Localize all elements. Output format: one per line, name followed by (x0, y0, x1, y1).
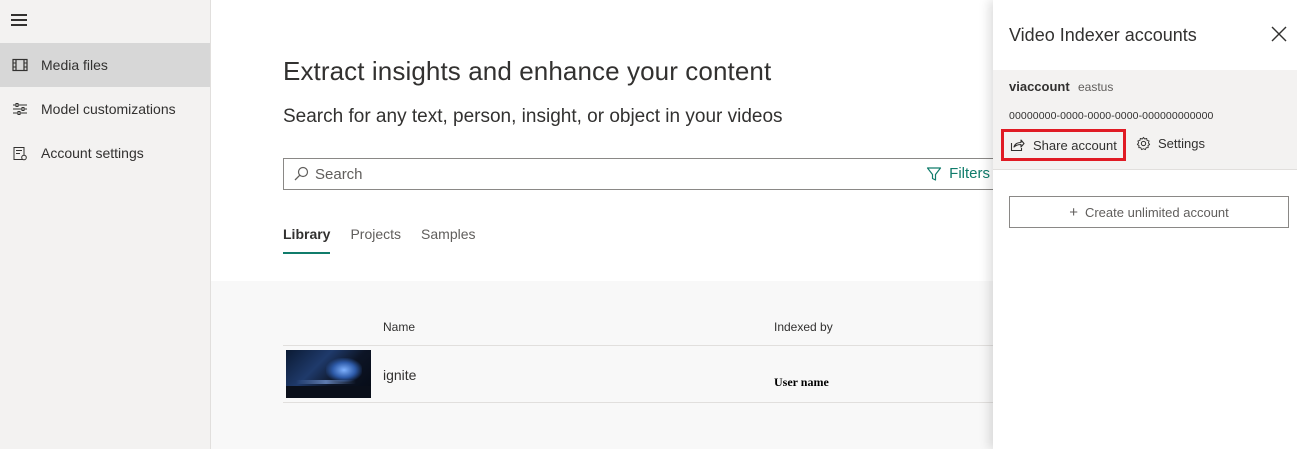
video-thumbnail[interactable] (286, 350, 371, 398)
create-unlimited-account-button[interactable]: + Create unlimited account (1009, 196, 1289, 228)
account-card: viaccount eastus 00000000-0000-0000-0000… (993, 70, 1297, 170)
account-settings-icon (0, 146, 42, 161)
nav-item-label: Media files (41, 57, 108, 73)
media-list: Name Indexed by ignite User name (211, 281, 1003, 449)
search-box: Filters (283, 158, 1003, 190)
account-region: eastus (1078, 80, 1114, 94)
nav-item-model-customizations[interactable]: Model customizations (0, 87, 210, 131)
page-subtitle: Search for any text, person, insight, or… (283, 106, 783, 127)
column-header-name[interactable]: Name (383, 320, 415, 334)
film-icon (0, 58, 42, 72)
settings-button[interactable]: Settings (1136, 136, 1205, 151)
filters-button[interactable]: Filters (926, 165, 990, 182)
page-title: Extract insights and enhance your conten… (283, 56, 772, 86)
filters-label: Filters (949, 165, 990, 182)
gear-icon (1136, 136, 1151, 151)
tab-library[interactable]: Library (283, 226, 331, 254)
hamburger-menu-icon[interactable] (11, 14, 29, 30)
indexed-by-value: User name (774, 375, 829, 389)
tab-projects[interactable]: Projects (350, 226, 401, 254)
column-header-indexed-by[interactable]: Indexed by (774, 320, 833, 334)
video-name[interactable]: ignite (383, 367, 416, 383)
nav-item-media-files[interactable]: Media files (0, 43, 210, 87)
share-icon (1010, 138, 1025, 152)
accounts-panel: Video Indexer accounts viaccount eastus … (993, 0, 1297, 449)
share-account-label: Share account (1033, 137, 1117, 153)
main-content: Extract insights and enhance your conten… (211, 0, 1003, 449)
account-id: 00000000-0000-0000-0000-000000000000 (1009, 110, 1214, 122)
left-nav: Media files Model customizations Account… (0, 0, 211, 449)
nav-item-label: Model customizations (41, 101, 176, 117)
tab-samples[interactable]: Samples (421, 226, 475, 254)
tab-bar: Library Projects Samples (283, 226, 496, 254)
create-account-label: Create unlimited account (1084, 204, 1229, 220)
nav-item-label: Account settings (41, 145, 144, 161)
account-name: viaccount (1009, 79, 1070, 94)
share-account-button[interactable]: Share account (1001, 129, 1126, 161)
panel-title: Video Indexer accounts (1009, 25, 1197, 45)
filter-funnel-icon (926, 166, 942, 182)
table-row[interactable]: ignite User name (283, 345, 1003, 403)
sliders-icon (0, 102, 42, 116)
search-icon (293, 166, 309, 182)
search-input[interactable] (315, 165, 875, 183)
plus-icon: + (1069, 203, 1078, 221)
close-icon[interactable] (1271, 26, 1287, 42)
nav-item-account-settings[interactable]: Account settings (0, 131, 210, 175)
settings-label: Settings (1158, 136, 1205, 151)
